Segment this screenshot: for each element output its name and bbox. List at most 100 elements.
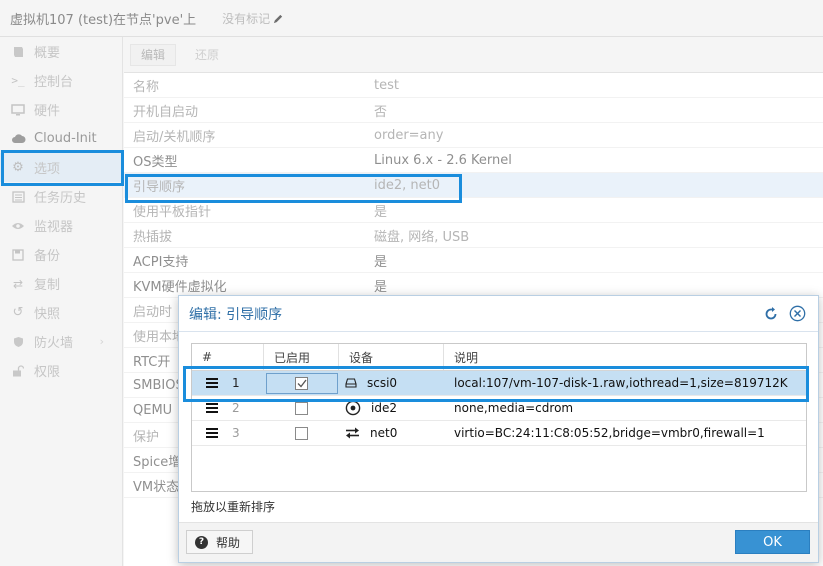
boot-device-row[interactable]: 2 ide2 none,media=cdrom bbox=[192, 396, 806, 421]
dialog-header: 编辑: 引导顺序 bbox=[179, 296, 818, 332]
revert-button[interactable]: 还原 bbox=[184, 44, 230, 66]
sidebar-item-permissions[interactable]: 权限 bbox=[0, 356, 122, 385]
disc-icon bbox=[345, 400, 361, 416]
option-row[interactable]: 启动/关机顺序 order=any bbox=[124, 123, 823, 148]
option-row-boot-order[interactable]: 引导顺序 ide2, net0 bbox=[124, 173, 823, 198]
option-key: 名称 bbox=[133, 79, 160, 95]
option-row[interactable]: 名称 test bbox=[124, 73, 823, 98]
sidebar-item-console[interactable]: >_ 控制台 bbox=[0, 66, 122, 95]
sidebar-item-snapshots[interactable]: ↺ 快照 bbox=[0, 298, 122, 327]
terminal-icon: >_ bbox=[11, 74, 25, 87]
dialog-footer: ? 帮助 OK bbox=[179, 522, 818, 562]
eye-icon bbox=[10, 219, 26, 233]
sidebar-item-hardware[interactable]: 硬件 bbox=[0, 95, 122, 124]
sidebar-item-label: 备份 bbox=[34, 249, 61, 264]
notes-label: 没有标记 bbox=[222, 11, 271, 26]
drag-handle-icon[interactable] bbox=[206, 428, 218, 438]
enabled-cell bbox=[265, 372, 338, 394]
option-key: OS类型 bbox=[133, 154, 178, 170]
enabled-checkbox[interactable] bbox=[295, 426, 308, 440]
boot-order-number: 2 bbox=[232, 401, 240, 415]
option-key: KVM硬件虚拟化 bbox=[133, 279, 227, 295]
window-titlebar: 虚拟机107 (test)在节点'pve'上 没有标记 bbox=[0, 0, 823, 37]
option-row[interactable]: 热插拔 磁盘, 网络, USB bbox=[124, 223, 823, 248]
chevron-right-icon[interactable]: › bbox=[100, 335, 104, 348]
grid-header: # 已启用 设备 说明 bbox=[192, 344, 806, 371]
dialog-title: 编辑: 引导顺序 bbox=[189, 306, 283, 323]
question-circle-icon: ? bbox=[195, 535, 208, 549]
option-value: ide2, net0 bbox=[374, 177, 441, 193]
enabled-checkbox[interactable] bbox=[295, 376, 308, 390]
sidebar-item-backup[interactable]: 备份 bbox=[0, 240, 122, 269]
help-button[interactable]: ? 帮助 bbox=[186, 530, 254, 554]
sidebar-item-label: 硬件 bbox=[34, 104, 61, 119]
sidebar-item-options[interactable]: ⚙ 选项 bbox=[0, 153, 122, 182]
column-header-enabled[interactable]: 已启用 bbox=[264, 344, 339, 370]
option-row[interactable]: 开机自启动 否 bbox=[124, 98, 823, 123]
device-description: none,media=cdrom bbox=[454, 401, 574, 415]
option-value: 是 bbox=[374, 254, 388, 270]
notes-link[interactable]: 没有标记 bbox=[222, 10, 284, 27]
sidebar-item-label: Cloud-Init bbox=[34, 131, 97, 146]
option-key: 开机自启动 bbox=[133, 104, 199, 120]
boot-order-grid: # 已启用 设备 说明 1 scsi0 local:107/vm-107-dis… bbox=[191, 343, 807, 492]
retweet-icon: ⇄ bbox=[12, 276, 24, 291]
option-key: 引导顺序 bbox=[133, 179, 186, 195]
sidebar-item-replication[interactable]: ⇄ 复制 bbox=[0, 269, 122, 298]
sidebar-item-label: 概要 bbox=[34, 46, 61, 61]
option-key: ACPI支持 bbox=[133, 254, 189, 270]
option-value: 否 bbox=[374, 104, 388, 120]
ok-button[interactable]: OK bbox=[735, 530, 810, 554]
device-description: local:107/vm-107-disk-1.raw,iothread=1,s… bbox=[454, 376, 788, 390]
sidebar-item-label: 快照 bbox=[34, 307, 61, 322]
history-icon: ↺ bbox=[12, 305, 24, 320]
sidebar-item-summary[interactable]: 概要 bbox=[0, 37, 122, 66]
edit-button[interactable]: 编辑 bbox=[130, 43, 177, 66]
sidebar-item-label: 监视器 bbox=[34, 220, 74, 235]
column-header-order[interactable]: # bbox=[192, 344, 264, 370]
option-value: Linux 6.x - 2.6 Kernel bbox=[374, 152, 512, 168]
close-icon[interactable] bbox=[789, 305, 806, 322]
sidebar-item-label: 任务历史 bbox=[34, 191, 87, 206]
reset-icon[interactable] bbox=[762, 305, 779, 322]
boot-device-row[interactable]: 3 net0 virtio=BC:24:11:C8:05:52,bridge=v… bbox=[192, 421, 806, 446]
option-row[interactable]: ACPI支持 是 bbox=[124, 248, 823, 273]
enabled-cell bbox=[266, 423, 338, 444]
sidebar-item-label: 控制台 bbox=[34, 75, 74, 90]
option-key: 使用平板指针 bbox=[133, 204, 212, 220]
exchange-icon bbox=[346, 427, 359, 439]
device-name: scsi0 bbox=[367, 376, 398, 390]
window-title: 虚拟机107 (test)在节点'pve'上 bbox=[10, 12, 197, 28]
shield-icon bbox=[10, 335, 26, 349]
unlock-icon bbox=[10, 364, 26, 378]
options-toolbar: 编辑 还原 bbox=[124, 37, 823, 73]
vm-sidebar: 概要 >_ 控制台 硬件 Cloud-Init ⚙ 选项 任务历史 监视器 备份… bbox=[0, 37, 123, 566]
book-icon bbox=[10, 45, 26, 59]
enabled-checkbox[interactable] bbox=[295, 401, 308, 415]
enabled-cell bbox=[266, 398, 338, 419]
drag-handle-icon[interactable] bbox=[206, 378, 218, 388]
sidebar-item-monitor[interactable]: 监视器 bbox=[0, 211, 122, 240]
column-header-description[interactable]: 说明 bbox=[444, 344, 806, 370]
sidebar-item-task-history[interactable]: 任务历史 bbox=[0, 182, 122, 211]
option-value: 磁盘, 网络, USB bbox=[374, 229, 470, 245]
option-value: 是 bbox=[374, 279, 388, 295]
boot-device-row[interactable]: 1 scsi0 local:107/vm-107-disk-1.raw,ioth… bbox=[192, 371, 806, 396]
drag-handle-icon[interactable] bbox=[206, 403, 218, 413]
boot-order-number: 3 bbox=[232, 426, 240, 440]
hdd-icon bbox=[345, 378, 357, 388]
sidebar-item-label: 权限 bbox=[34, 365, 61, 380]
monitor-icon bbox=[10, 103, 26, 117]
sidebar-item-label: 选项 bbox=[34, 162, 61, 177]
option-key: 热插拔 bbox=[133, 229, 173, 245]
column-header-device[interactable]: 设备 bbox=[339, 344, 444, 370]
drag-reorder-hint: 拖放以重新排序 bbox=[191, 500, 276, 514]
option-value: order=any bbox=[374, 127, 444, 143]
option-row[interactable]: 使用平板指针 是 bbox=[124, 198, 823, 223]
device-description: virtio=BC:24:11:C8:05:52,bridge=vmbr0,fi… bbox=[454, 426, 765, 440]
boot-order-number: 1 bbox=[232, 376, 240, 390]
sidebar-item-cloud-init[interactable]: Cloud-Init bbox=[0, 124, 122, 153]
option-key: 启动/关机顺序 bbox=[133, 129, 216, 145]
sidebar-item-firewall[interactable]: 防火墙 › bbox=[0, 327, 122, 356]
option-row[interactable]: OS类型 Linux 6.x - 2.6 Kernel bbox=[124, 148, 823, 173]
